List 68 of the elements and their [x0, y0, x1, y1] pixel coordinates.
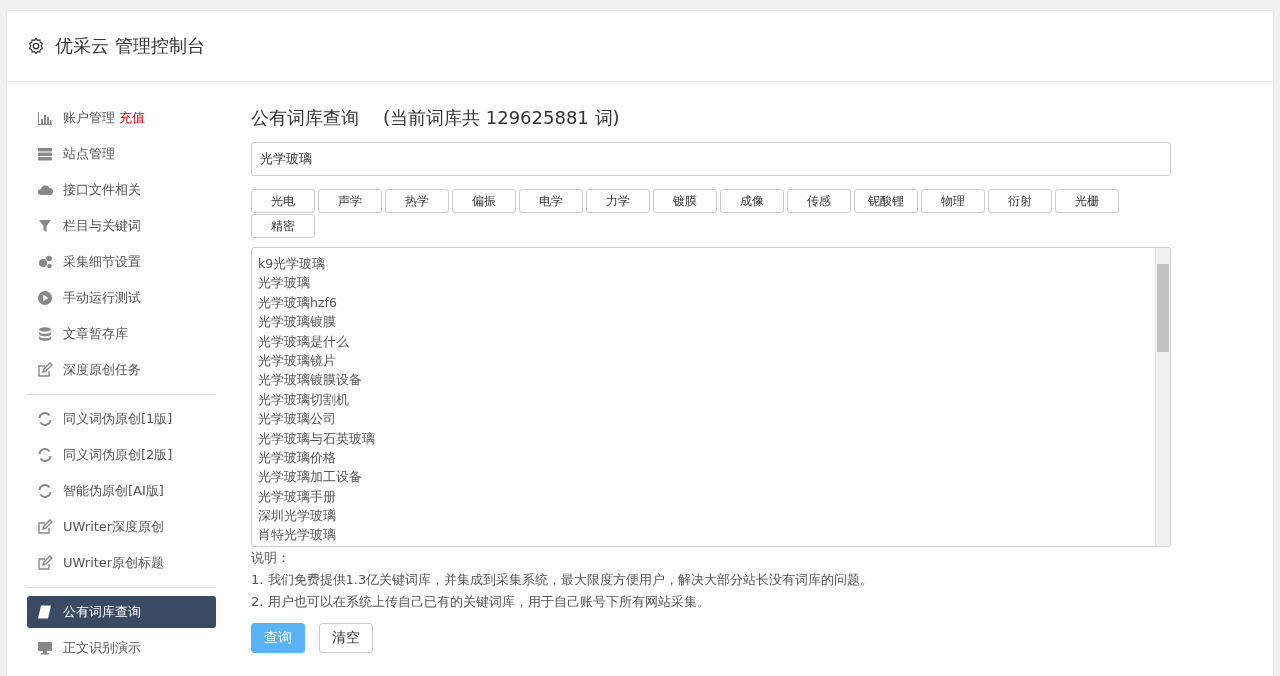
recharge-link[interactable]: 充值: [119, 109, 145, 127]
result-item[interactable]: 光学玻璃: [258, 273, 1149, 293]
result-item[interactable]: 光学玻璃与石英玻璃: [258, 428, 1149, 448]
result-item[interactable]: 深圳光学玻璃: [258, 506, 1149, 526]
tag-button[interactable]: 衍射: [988, 189, 1052, 213]
result-item[interactable]: 光学玻璃公司: [258, 409, 1149, 429]
tag-button[interactable]: 成像: [720, 189, 784, 213]
tag-button[interactable]: 声学: [318, 189, 382, 213]
clear-button[interactable]: 清空: [319, 623, 373, 653]
sidebar-item[interactable]: UWriter原创标题: [27, 547, 216, 579]
word-count-note: (当前词库共 129625881 词): [383, 106, 620, 130]
result-item[interactable]: 光学玻璃手册: [258, 486, 1149, 507]
settings-icon: [27, 37, 45, 55]
cloud-upload-icon: [37, 182, 53, 198]
tag-button[interactable]: 电学: [519, 189, 583, 213]
result-item[interactable]: 光学玻璃镜片: [258, 350, 1149, 371]
tag-button[interactable]: 铌酸锂: [854, 189, 918, 213]
sidebar-item[interactable]: 手动运行测试: [27, 282, 216, 314]
tag-button[interactable]: 精密: [251, 214, 315, 238]
bar-chart-icon: [37, 110, 53, 126]
result-item[interactable]: 肖特光学玻璃: [258, 525, 1149, 545]
sidebar-item[interactable]: 同义词伪原创[2版]: [27, 439, 216, 471]
sidebar-item[interactable]: 账户管理 充值: [27, 102, 216, 134]
sidebar-item[interactable]: 同义词伪原创[1版]: [27, 403, 216, 435]
sidebar-item[interactable]: UWriter深度原创: [27, 511, 216, 543]
filter-icon: [37, 218, 53, 234]
notes-heading: 说明：: [251, 549, 291, 567]
refresh-icon: [37, 447, 53, 463]
tag-button[interactable]: 热学: [385, 189, 449, 213]
edit-icon: [37, 362, 53, 378]
result-item[interactable]: 光学玻璃切割机: [258, 389, 1149, 410]
tag-button[interactable]: 光电: [251, 189, 315, 213]
tag-button[interactable]: 物理: [921, 189, 985, 213]
sidebar-item[interactable]: 智能伪原创[AI版]: [27, 475, 216, 507]
refresh-icon: [37, 483, 53, 499]
sidebar-item[interactable]: 文章暂存库: [27, 318, 216, 350]
monitor-icon: [37, 640, 53, 656]
sidebar-item[interactable]: 公有词库查询: [27, 596, 216, 628]
result-item[interactable]: 光学玻璃加工设备: [258, 467, 1149, 487]
edit-icon: [37, 555, 53, 571]
result-item[interactable]: 光学玻璃价格: [258, 447, 1149, 468]
sidebar-item[interactable]: 正文识别演示: [27, 632, 216, 664]
edit-icon: [37, 519, 53, 535]
server-icon: [37, 146, 53, 162]
sidebar-item[interactable]: 接口文件相关: [27, 174, 216, 206]
tag-button[interactable]: 力学: [586, 189, 650, 213]
sidebar-item[interactable]: 采集细节设置: [27, 246, 216, 278]
tag-button[interactable]: 光栅: [1055, 189, 1119, 213]
note-text: 1. 我们免费提供1.3亿关键词库，并集成到采集系统，最大限度方便用户，解决大部分站长没有词库的问题。: [251, 571, 875, 589]
sidebar-item[interactable]: 站点管理: [27, 138, 216, 170]
search-field[interactable]: 光学玻璃: [251, 142, 1171, 176]
result-item[interactable]: 光学玻璃是什么: [258, 331, 1149, 351]
sidebar-item[interactable]: 深度原创任务: [27, 354, 216, 386]
tag-button[interactable]: 传感: [787, 189, 851, 213]
scrollbar[interactable]: [1155, 248, 1170, 546]
result-item[interactable]: 光学玻璃镀膜: [258, 312, 1149, 332]
result-item[interactable]: k9光学玻璃: [258, 254, 1149, 274]
play-icon: [37, 290, 53, 306]
tag-button[interactable]: 偏振: [452, 189, 516, 213]
console-title: 优采云 管理控制台: [55, 34, 205, 58]
database-icon: [37, 326, 53, 342]
page-title: 公有词库查询: [251, 106, 359, 130]
tag-button[interactable]: 镀膜: [653, 189, 717, 213]
result-item[interactable]: 光学玻璃镀膜设备: [258, 370, 1149, 390]
refresh-icon: [37, 411, 53, 427]
result-item[interactable]: 光学玻璃hzf6: [258, 292, 1149, 313]
sidebar-item[interactable]: 栏目与关键词: [27, 210, 216, 242]
note-text: 2. 用户也可以在系统上传自己已有的关键词库，用于自己账号下所有网站采集。: [251, 593, 711, 611]
